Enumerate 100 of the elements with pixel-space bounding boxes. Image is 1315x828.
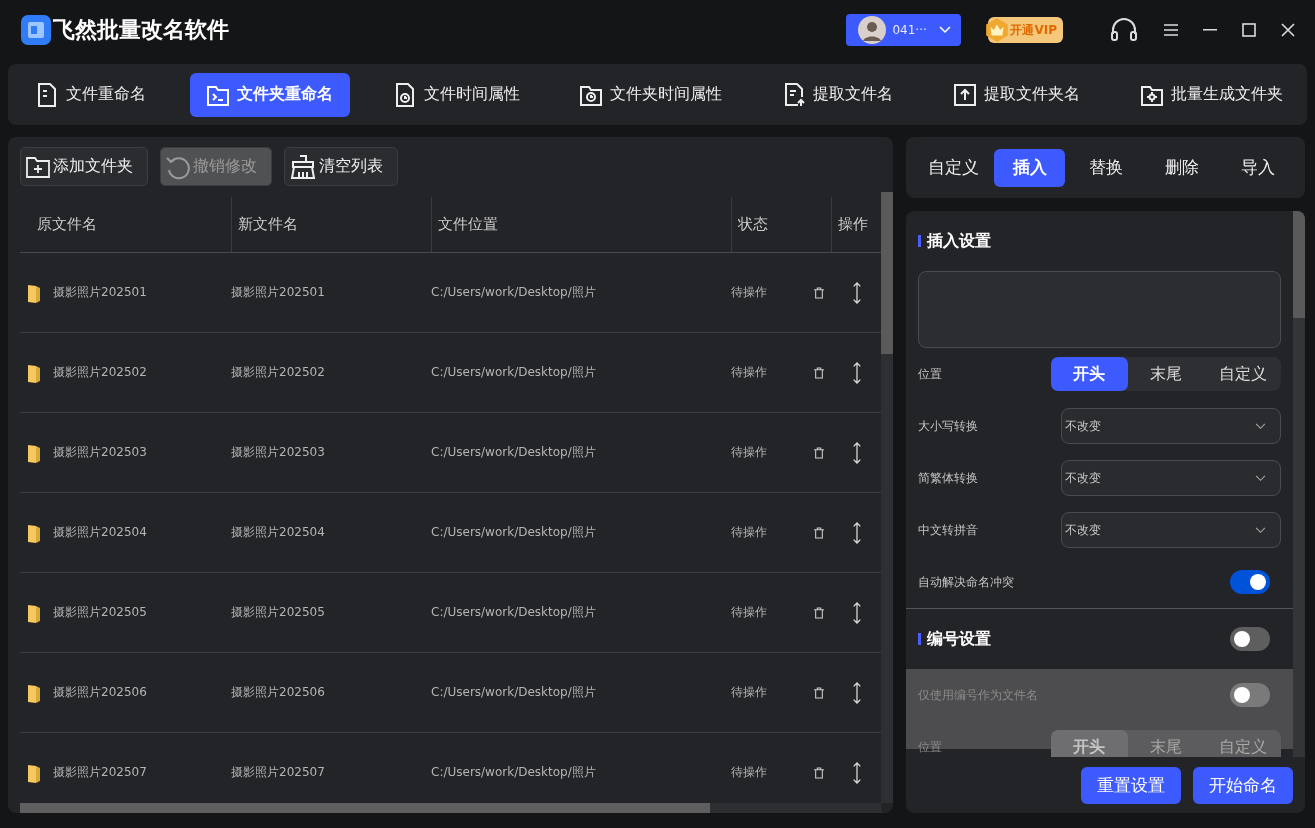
field-label: 中文转拼音 <box>918 521 978 539</box>
vertical-scrollbar[interactable] <box>881 192 893 803</box>
horizontal-scrollbar[interactable] <box>20 803 881 813</box>
headset-icon[interactable] <box>1109 17 1139 43</box>
folder-icon <box>27 362 41 383</box>
table-cell: C:/Users/work/Desktop/照片 <box>431 524 596 541</box>
close-icon[interactable] <box>1281 23 1295 37</box>
table-cell: 摄影照片202505 <box>231 604 325 621</box>
table-cell: 摄影照片202507 <box>53 764 147 781</box>
table-cell: C:/Users/work/Desktop/照片 <box>431 364 596 381</box>
tool-tab[interactable]: 提取文件夹名 <box>937 72 1098 117</box>
mode-tab[interactable]: 删除 <box>1146 148 1217 187</box>
table-cell: 摄影照片202503 <box>231 444 325 461</box>
action-button[interactable]: 重置设置 <box>1081 766 1181 804</box>
folder-icon <box>27 682 41 703</box>
table-cell: C:/Users/work/Desktop/照片 <box>431 444 596 461</box>
table-cell: 待操作 <box>731 284 767 301</box>
table-cell: 待操作 <box>731 444 767 461</box>
delete-icon[interactable] <box>814 685 824 700</box>
table-cell: 摄影照片202507 <box>231 764 325 781</box>
toggle-switch[interactable] <box>1230 570 1270 594</box>
chevron-down-icon <box>1255 422 1266 430</box>
chevron-down-icon <box>1255 526 1266 534</box>
table-cell: 摄影照片202504 <box>53 524 147 541</box>
field-label: 自动解决命名冲突 <box>918 573 1014 591</box>
tool-tab[interactable]: 文件夹时间属性 <box>563 72 740 117</box>
table-cell: 摄影照片202502 <box>231 364 325 381</box>
mode-tab[interactable]: 插入 <box>994 148 1065 187</box>
field-label: 位置 <box>918 365 942 383</box>
user-account-button[interactable]: 041··· <box>846 14 962 46</box>
column-header: 文件位置 <box>438 215 498 234</box>
table-cell: 摄影照片202505 <box>53 604 147 621</box>
app-title: 飞然批量改名软件 <box>53 16 229 44</box>
toolbar-button[interactable]: 添加文件夹 <box>20 147 148 186</box>
toggle-switch[interactable] <box>1230 627 1270 651</box>
table-cell: 摄影照片202506 <box>53 684 147 701</box>
vertical-scrollbar[interactable] <box>1293 211 1305 757</box>
column-header: 新文件名 <box>238 215 298 234</box>
table-cell: C:/Users/work/Desktop/照片 <box>431 764 596 781</box>
section-title: 插入设置 <box>927 230 991 252</box>
table-cell: 待操作 <box>731 364 767 381</box>
section-title: 编号设置 <box>927 628 991 650</box>
column-header: 操作 <box>838 215 868 234</box>
upload-icon <box>952 81 979 108</box>
maximize-icon[interactable] <box>1242 23 1256 37</box>
delete-icon[interactable] <box>814 525 824 540</box>
folder-icon <box>27 762 41 783</box>
toolbar-button[interactable]: 清空列表 <box>284 147 398 186</box>
position-selector[interactable]: 开头 末尾 自定义 <box>1051 357 1281 391</box>
delete-icon[interactable] <box>814 605 824 620</box>
table-cell: 摄影照片202504 <box>231 524 325 541</box>
table-cell: 摄影照片202501 <box>231 284 325 301</box>
table-cell: 摄影照片202501 <box>53 284 147 301</box>
insert-text-field[interactable] <box>918 271 1281 348</box>
minimize-icon[interactable] <box>1203 29 1217 31</box>
table-cell: 摄影照片202503 <box>53 444 147 461</box>
delete-icon[interactable] <box>814 445 824 460</box>
dropdown[interactable]: 不改变 <box>1061 512 1281 548</box>
delete-icon[interactable] <box>814 765 824 780</box>
tool-tab[interactable]: 批量生成文件夹 <box>1123 72 1283 117</box>
tool-tab[interactable]: 文件时间属性 <box>376 72 537 117</box>
avatar-icon <box>858 16 887 44</box>
folder-icon <box>27 522 41 543</box>
table-cell: 待操作 <box>731 524 767 541</box>
delete-icon[interactable] <box>814 285 824 300</box>
mode-tab[interactable]: 导入 <box>1222 148 1293 187</box>
column-header: 原文件名 <box>37 215 97 234</box>
tool-tab[interactable]: 文件重命名 <box>34 72 163 117</box>
table-cell: 待操作 <box>731 684 767 701</box>
mode-tab[interactable]: 自定义 <box>918 148 989 187</box>
chevron-down-icon <box>1255 474 1266 482</box>
column-header: 状态 <box>738 215 768 234</box>
app-logo-icon <box>21 15 51 45</box>
tool-tab[interactable]: 文件夹重命名 <box>189 72 350 117</box>
segment-option[interactable]: 开头 <box>1051 357 1128 391</box>
segment-option[interactable]: 自定义 <box>1204 357 1281 391</box>
table-cell: 摄影照片202506 <box>231 684 325 701</box>
broom-icon <box>289 153 317 180</box>
folder-icon <box>27 282 41 303</box>
mode-tab[interactable]: 替换 <box>1070 148 1141 187</box>
field-label: 大小写转换 <box>918 417 978 435</box>
tool-tab[interactable]: 提取文件名 <box>766 72 911 117</box>
folder-icon <box>27 602 41 623</box>
field-label: 简繁体转换 <box>918 469 978 487</box>
dropdown[interactable]: 不改变 <box>1061 408 1281 444</box>
table-cell: 待操作 <box>731 764 767 781</box>
dropdown[interactable]: 不改变 <box>1061 460 1281 496</box>
table-cell: 摄影照片202502 <box>53 364 147 381</box>
delete-icon[interactable] <box>814 365 824 380</box>
table-cell: 待操作 <box>731 604 767 621</box>
folder-icon <box>27 442 41 463</box>
action-button[interactable]: 开始命名 <box>1193 766 1293 804</box>
segment-option[interactable]: 末尾 <box>1127 357 1205 391</box>
chevron-down-icon <box>939 26 952 34</box>
table-cell: C:/Users/work/Desktop/照片 <box>431 684 596 701</box>
toggle-switch[interactable] <box>1230 683 1270 707</box>
field-label: 位置 <box>918 738 942 756</box>
menu-icon[interactable] <box>1164 24 1178 36</box>
table-cell: C:/Users/work/Desktop/照片 <box>431 284 596 301</box>
crown-icon <box>984 17 1011 43</box>
